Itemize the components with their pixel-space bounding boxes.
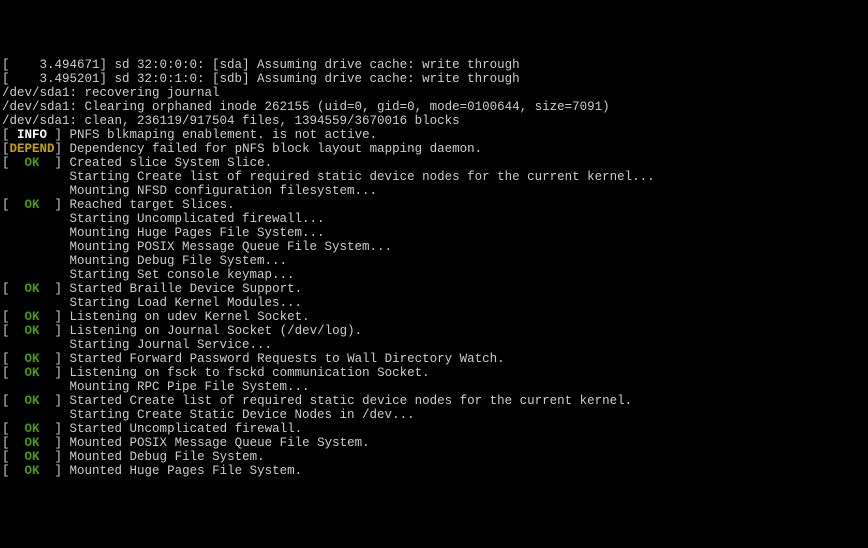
console-message: PNFS blkmaping enablement. is not active…: [70, 128, 378, 142]
console-line: Mounting Debug File System...: [2, 254, 866, 268]
console-line: Mounting Huge Pages File System...: [2, 226, 866, 240]
console-line: Starting Uncomplicated firewall...: [2, 212, 866, 226]
status-ok: OK: [10, 324, 55, 338]
console-line: [ OK ] Listening on Journal Socket (/dev…: [2, 324, 866, 338]
console-message: Created slice System Slice.: [70, 156, 273, 170]
status-depend: DEPEND: [10, 142, 55, 156]
console-line: /dev/sda1: recovering journal: [2, 86, 866, 100]
console-line: [ OK ] Listening on fsck to fsckd commun…: [2, 366, 866, 380]
console-line: Mounting RPC Pipe File System...: [2, 380, 866, 394]
status-ok: OK: [10, 366, 55, 380]
console-line: [ OK ] Started Forward Password Requests…: [2, 352, 866, 366]
status-ok: OK: [10, 450, 55, 464]
status-ok: OK: [10, 464, 55, 478]
console-line: [ OK ] Started Braille Device Support.: [2, 282, 866, 296]
console-line: [ OK ] Mounted Debug File System.: [2, 450, 866, 464]
status-ok: OK: [10, 436, 55, 450]
console-line: [ OK ] Started Uncomplicated firewall.: [2, 422, 866, 436]
boot-console: [ 3.494671] sd 32:0:0:0: [sda] Assuming …: [2, 58, 866, 478]
console-line: /dev/sda1: Clearing orphaned inode 26215…: [2, 100, 866, 114]
console-line: [ 3.494671] sd 32:0:0:0: [sda] Assuming …: [2, 58, 866, 72]
console-message: Mounted Huge Pages File System.: [70, 464, 303, 478]
console-message: Started Forward Password Requests to Wal…: [70, 352, 505, 366]
console-line: [ OK ] Started Create list of required s…: [2, 394, 866, 408]
console-line: Mounting NFSD configuration filesystem..…: [2, 184, 866, 198]
console-line: [ OK ] Reached target Slices.: [2, 198, 866, 212]
console-line: [ OK ] Created slice System Slice.: [2, 156, 866, 170]
console-line: [ INFO ] PNFS blkmaping enablement. is n…: [2, 128, 866, 142]
status-info: INFO: [10, 128, 55, 142]
status-ok: OK: [10, 352, 55, 366]
console-message: Started Braille Device Support.: [70, 282, 303, 296]
console-line: [ OK ] Mounted Huge Pages File System.: [2, 464, 866, 478]
status-ok: OK: [10, 422, 55, 436]
console-message: Mounted POSIX Message Queue File System.: [70, 436, 370, 450]
console-line: Mounting POSIX Message Queue File System…: [2, 240, 866, 254]
console-message: Mounted Debug File System.: [70, 450, 265, 464]
console-line: [ OK ] Mounted POSIX Message Queue File …: [2, 436, 866, 450]
console-line: [DEPEND] Dependency failed for pNFS bloc…: [2, 142, 866, 156]
console-line: [ OK ] Listening on udev Kernel Socket.: [2, 310, 866, 324]
console-line: Starting Load Kernel Modules...: [2, 296, 866, 310]
console-message: Reached target Slices.: [70, 198, 235, 212]
console-message: Dependency failed for pNFS block layout …: [70, 142, 483, 156]
console-message: Started Create list of required static d…: [70, 394, 633, 408]
console-message: Listening on udev Kernel Socket.: [70, 310, 310, 324]
console-line: /dev/sda1: clean, 236119/917504 files, 1…: [2, 114, 866, 128]
console-message: Listening on fsck to fsckd communication…: [70, 366, 430, 380]
console-line: [ 3.495201] sd 32:0:1:0: [sdb] Assuming …: [2, 72, 866, 86]
status-ok: OK: [10, 282, 55, 296]
console-line: Starting Create Static Device Nodes in /…: [2, 408, 866, 422]
status-ok: OK: [10, 310, 55, 324]
console-line: Starting Set console keymap...: [2, 268, 866, 282]
console-message: Started Uncomplicated firewall.: [70, 422, 303, 436]
console-message: Listening on Journal Socket (/dev/log).: [70, 324, 363, 338]
status-ok: OK: [10, 198, 55, 212]
console-line: Starting Journal Service...: [2, 338, 866, 352]
status-ok: OK: [10, 156, 55, 170]
console-line: Starting Create list of required static …: [2, 170, 866, 184]
status-ok: OK: [10, 394, 55, 408]
